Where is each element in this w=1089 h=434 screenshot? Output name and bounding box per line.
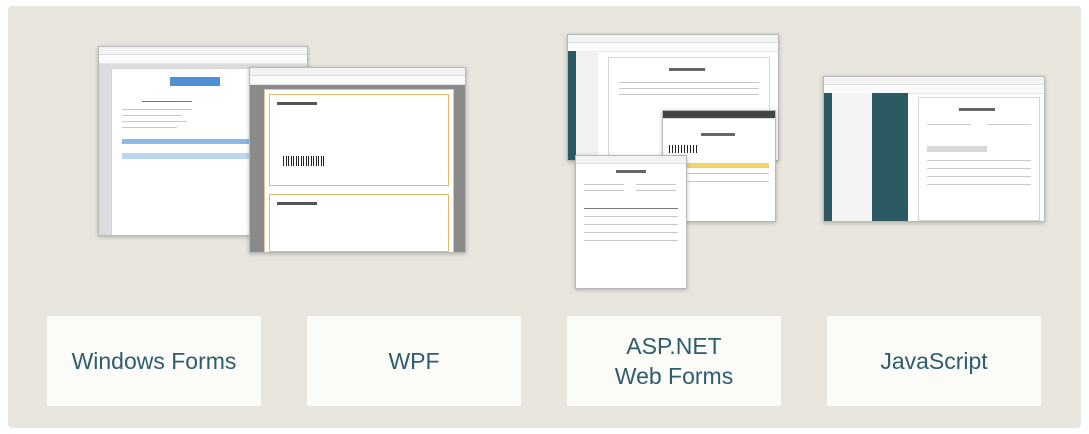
wpf-tile[interactable]: WPF	[307, 316, 521, 406]
javascript-tile[interactable]: JavaScript	[827, 316, 1041, 406]
wpf-viewer-screenshot	[249, 67, 466, 253]
aspnet-web-forms-label: ASP.NET Web Forms	[614, 333, 734, 389]
windows-forms-tile[interactable]: Windows Forms	[47, 316, 261, 406]
aspnet-report-screenshot-3	[575, 155, 687, 289]
javascript-label: JavaScript	[880, 348, 988, 374]
windows-forms-label: Windows Forms	[71, 348, 237, 374]
aspnet-web-forms-tile[interactable]: ASP.NET Web Forms	[567, 316, 781, 406]
javascript-viewer-screenshot	[823, 76, 1045, 222]
wpf-label: WPF	[388, 348, 440, 374]
